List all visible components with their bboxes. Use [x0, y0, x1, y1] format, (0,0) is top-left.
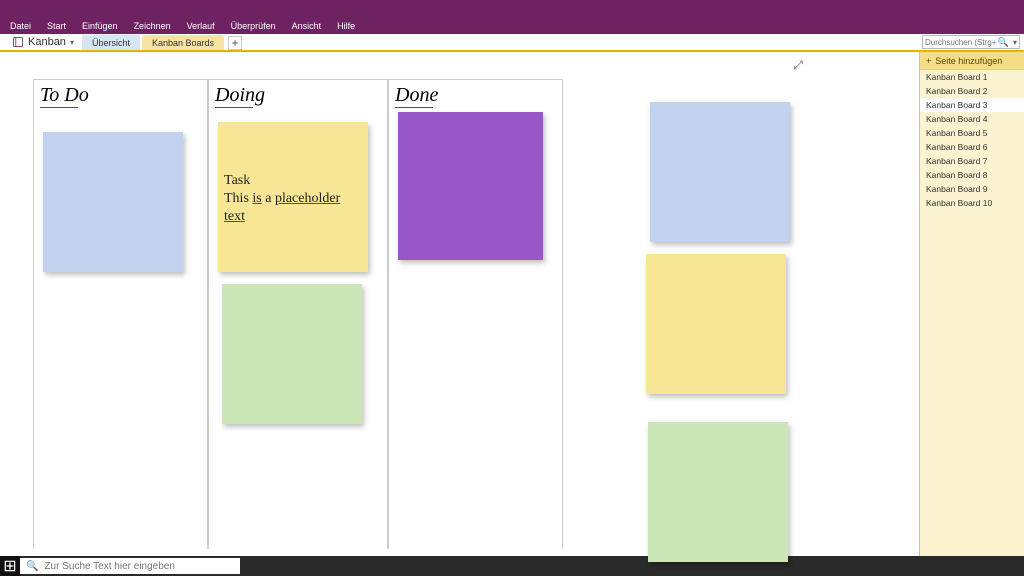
- task-line2-pre: This: [224, 191, 252, 206]
- title-bar: [0, 0, 1024, 17]
- search-box[interactable]: 🔍 ▾: [922, 35, 1020, 49]
- sticky-note-float-green[interactable]: [648, 422, 788, 562]
- column-header-done: Done: [389, 80, 562, 111]
- sticky-note-done-1[interactable]: [398, 112, 543, 260]
- menu-ansicht[interactable]: Ansicht: [292, 21, 322, 31]
- search-chevron-icon[interactable]: ▾: [1011, 38, 1019, 47]
- page-item[interactable]: Kanban Board 7: [920, 154, 1024, 168]
- page-list-panel: + Seite hinzufügen Kanban Board 1Kanban …: [919, 52, 1024, 556]
- page-item[interactable]: Kanban Board 8: [920, 168, 1024, 182]
- plus-icon: +: [926, 56, 931, 66]
- page-item[interactable]: Kanban Board 3: [920, 98, 1024, 112]
- main-area: ⤢ To Do Doing Done Task This is a placeh…: [0, 52, 1024, 556]
- task-line2-u2: placeholder: [275, 191, 340, 206]
- taskbar-search[interactable]: 🔍: [20, 558, 240, 574]
- page-item[interactable]: Kanban Board 9: [920, 182, 1024, 196]
- page-item[interactable]: Kanban Board 1: [920, 70, 1024, 84]
- windows-icon: ⊞: [3, 556, 16, 576]
- sticky-note-text: Task This is a placeholder text: [218, 122, 368, 227]
- menu-hilfe[interactable]: Hilfe: [337, 21, 355, 31]
- search-icon[interactable]: 🔍: [998, 37, 1011, 48]
- windows-taskbar: ⊞ 🔍: [0, 556, 1024, 576]
- start-button[interactable]: ⊞: [0, 556, 20, 576]
- sticky-note-doing-2[interactable]: [222, 284, 362, 424]
- fullscreen-icon[interactable]: ⤢: [791, 58, 805, 72]
- section-tab-row: Kanban ▾ Übersicht Kanban Boards + 🔍 ▾: [0, 34, 1024, 52]
- page-item[interactable]: Kanban Board 10: [920, 196, 1024, 210]
- sticky-note-doing-1[interactable]: Task This is a placeholder text: [218, 122, 368, 272]
- menu-zeichnen[interactable]: Zeichnen: [134, 21, 171, 31]
- add-page-button[interactable]: + Seite hinzufügen: [920, 52, 1024, 70]
- column-header-doing: Doing: [209, 80, 387, 111]
- page-item[interactable]: Kanban Board 5: [920, 126, 1024, 140]
- notebook-name: Kanban: [28, 36, 66, 48]
- menu-start[interactable]: Start: [47, 21, 66, 31]
- page-item[interactable]: Kanban Board 6: [920, 140, 1024, 154]
- tab-kanban-boards[interactable]: Kanban Boards: [142, 35, 224, 50]
- chevron-down-icon: ▾: [70, 38, 74, 47]
- tab-uebersicht[interactable]: Übersicht: [82, 35, 140, 50]
- page-list: Kanban Board 1Kanban Board 2Kanban Board…: [920, 70, 1024, 556]
- sticky-note-todo-1[interactable]: [43, 132, 183, 272]
- notebook-icon: [12, 36, 24, 48]
- task-line1: Task: [224, 172, 362, 190]
- add-page-label: Seite hinzufügen: [935, 56, 1002, 66]
- page-canvas[interactable]: ⤢ To Do Doing Done Task This is a placeh…: [0, 52, 919, 556]
- column-header-todo: To Do: [34, 80, 207, 111]
- add-section-button[interactable]: +: [228, 36, 242, 50]
- sticky-note-float-blue[interactable]: [650, 102, 790, 242]
- menu-datei[interactable]: Datei: [10, 21, 31, 31]
- menu-ueberpruefen[interactable]: Überprüfen: [231, 21, 276, 31]
- search-input[interactable]: [923, 38, 997, 47]
- page-item[interactable]: Kanban Board 4: [920, 112, 1024, 126]
- task-line2-mid: a: [262, 191, 275, 206]
- page-item[interactable]: Kanban Board 2: [920, 84, 1024, 98]
- task-line2-u3: text: [224, 209, 245, 224]
- menu-verlauf[interactable]: Verlauf: [187, 21, 215, 31]
- task-line2: This is a placeholder text: [224, 190, 362, 226]
- sticky-note-float-yellow[interactable]: [646, 254, 786, 394]
- ribbon-menu: Datei Start Einfügen Zeichnen Verlauf Üb…: [0, 17, 1024, 34]
- taskbar-search-input[interactable]: [44, 561, 224, 572]
- taskbar-search-icon: 🔍: [26, 561, 38, 572]
- menu-einfuegen[interactable]: Einfügen: [82, 21, 118, 31]
- task-line2-u1: is: [252, 191, 261, 206]
- notebook-selector[interactable]: Kanban ▾: [4, 34, 82, 50]
